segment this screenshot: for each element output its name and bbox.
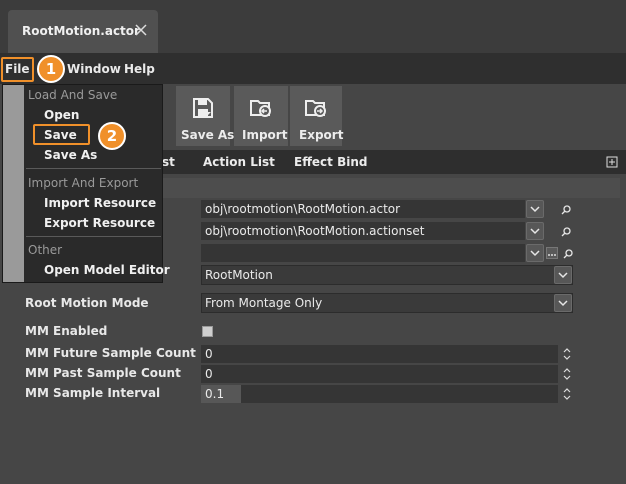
rootmotion-select[interactable]: RootMotion bbox=[201, 265, 573, 285]
search-icon[interactable] bbox=[562, 248, 574, 260]
mm-past-sample-label: MM Past Sample Count bbox=[25, 366, 181, 380]
tab-partial[interactable]: st bbox=[162, 155, 175, 169]
third-path-dropdown[interactable] bbox=[526, 244, 544, 262]
root-motion-mode-label: Root Motion Mode bbox=[25, 296, 149, 310]
pin-icon[interactable] bbox=[606, 156, 618, 168]
root-motion-mode-dropdown[interactable] bbox=[554, 294, 572, 312]
actionset-path-dropdown[interactable] bbox=[526, 222, 544, 240]
mm-future-sample-input[interactable]: 0 bbox=[201, 345, 558, 363]
root-motion-mode-value: From Montage Only bbox=[205, 296, 323, 310]
mm-sample-interval-label: MM Sample Interval bbox=[25, 386, 161, 400]
menu-separator bbox=[26, 236, 161, 237]
section-header bbox=[160, 178, 620, 198]
close-icon[interactable] bbox=[134, 23, 148, 37]
tab-action-list[interactable]: Action List bbox=[203, 155, 275, 169]
root-motion-mode-select[interactable]: From Montage Only bbox=[201, 293, 573, 313]
actionset-path-field[interactable]: obj\rootmotion\RootMotion.actionset bbox=[201, 222, 525, 240]
save-as-icon bbox=[193, 98, 213, 118]
menu-section-load-save: Load And Save bbox=[28, 88, 118, 102]
save-as-label: Save As bbox=[181, 128, 235, 142]
chevron-down-icon bbox=[530, 206, 540, 213]
chevron-down-icon bbox=[530, 250, 540, 257]
step-1-badge: 1 bbox=[37, 55, 65, 83]
highlight-save bbox=[33, 124, 90, 145]
actor-path-field[interactable]: obj\rootmotion\RootMotion.actor bbox=[201, 200, 525, 218]
tab-title: RootMotion.actor bbox=[22, 24, 140, 38]
rootmotion-select-value: RootMotion bbox=[205, 268, 273, 282]
actor-path-dropdown[interactable] bbox=[526, 200, 544, 218]
import-label: Import bbox=[242, 128, 288, 142]
step-2-badge: 2 bbox=[98, 122, 126, 150]
menu-item-open-model-editor[interactable]: Open Model Editor bbox=[44, 263, 170, 277]
tab-effect-bind[interactable]: Effect Bind bbox=[294, 155, 367, 169]
search-icon[interactable] bbox=[560, 204, 572, 216]
chevron-down-icon bbox=[530, 228, 540, 235]
mm-sample-interval-value: 0.1 bbox=[205, 387, 225, 401]
spin-icon[interactable] bbox=[563, 345, 571, 363]
highlight-file bbox=[1, 57, 34, 82]
menu-section-other: Other bbox=[28, 243, 63, 257]
menu-gutter bbox=[3, 85, 24, 282]
mm-future-sample-label: MM Future Sample Count bbox=[25, 346, 196, 360]
mm-sample-interval-input[interactable]: 0.1 bbox=[201, 385, 558, 403]
ellipsis-icon[interactable] bbox=[546, 247, 558, 259]
chevron-down-icon bbox=[558, 272, 568, 279]
mm-enabled-label: MM Enabled bbox=[25, 324, 108, 338]
mm-past-sample-input[interactable]: 0 bbox=[201, 365, 558, 383]
menu-help[interactable]: Help bbox=[124, 62, 155, 76]
menu-item-import-resource[interactable]: Import Resource bbox=[44, 196, 156, 210]
menu-section-import-export: Import And Export bbox=[28, 176, 139, 190]
export-icon bbox=[305, 100, 326, 117]
chevron-down-icon bbox=[558, 300, 568, 307]
export-label: Export bbox=[299, 128, 344, 142]
menu-item-open[interactable]: Open bbox=[44, 108, 79, 122]
search-icon[interactable] bbox=[560, 226, 572, 238]
menu-separator bbox=[26, 168, 161, 169]
menu-window[interactable]: Window bbox=[67, 62, 121, 76]
menu-item-save-as[interactable]: Save As bbox=[44, 148, 97, 162]
spin-icon[interactable] bbox=[563, 385, 571, 403]
spin-icon[interactable] bbox=[563, 365, 571, 383]
third-path-field[interactable] bbox=[201, 244, 525, 262]
mm-enabled-checkbox[interactable] bbox=[202, 326, 213, 337]
menu-item-export-resource[interactable]: Export Resource bbox=[44, 216, 155, 230]
import-icon bbox=[250, 100, 271, 117]
rootmotion-dropdown[interactable] bbox=[554, 266, 572, 284]
